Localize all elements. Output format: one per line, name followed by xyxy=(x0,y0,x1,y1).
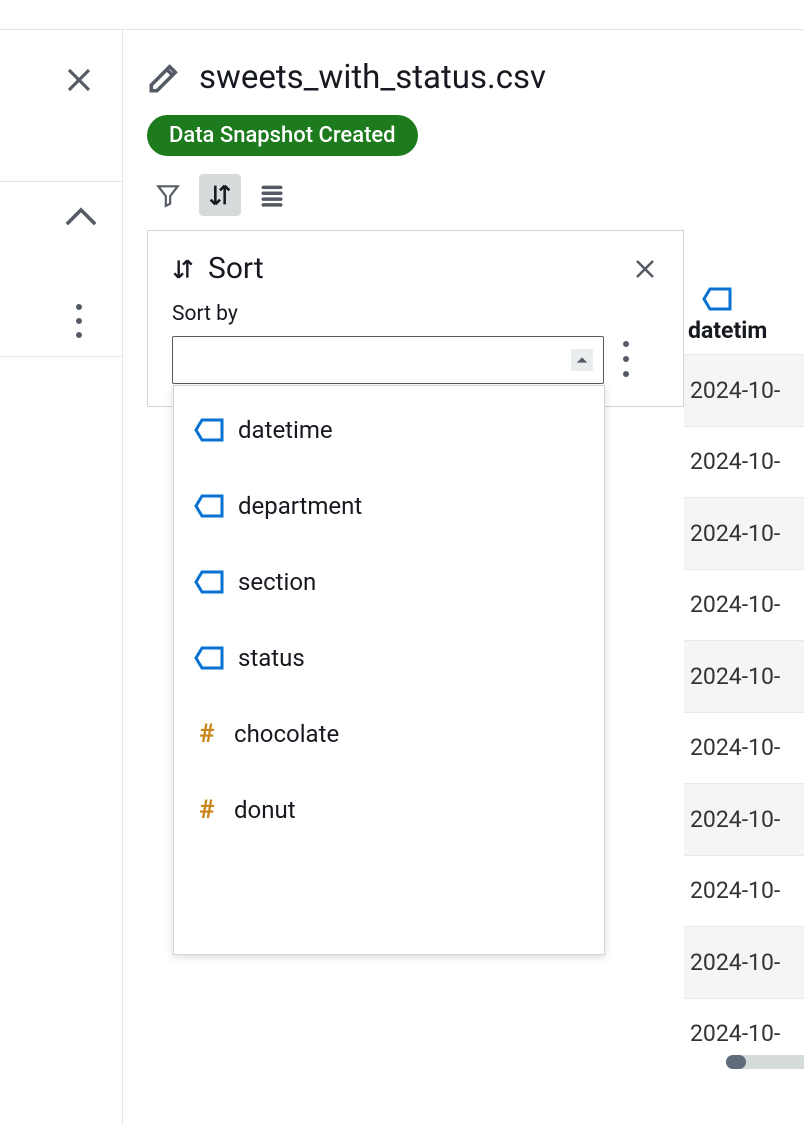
sort-by-dropdown: datetime department section status # chocolat… xyxy=(173,385,605,955)
dropdown-option[interactable]: section xyxy=(174,544,604,620)
left-sidebar xyxy=(0,30,123,1125)
toolbar xyxy=(147,174,804,230)
hash-icon: # xyxy=(194,797,220,823)
dropdown-option[interactable]: datetime xyxy=(174,392,604,468)
chevron-up-icon[interactable] xyxy=(571,349,593,371)
table-cell: 2024-10- xyxy=(684,926,804,998)
chevron-up-icon[interactable] xyxy=(64,206,98,228)
table-cell: 2024-10- xyxy=(684,354,804,426)
sort-panel-title: Sort xyxy=(208,251,264,286)
sort-by-label: Sort by xyxy=(172,302,657,326)
hash-icon: # xyxy=(194,721,220,747)
column-header: datetim xyxy=(688,317,804,344)
sort-panel: Sort Sort by datetimedepa xyxy=(147,230,684,407)
status-badge: Data Snapshot Created xyxy=(147,115,418,156)
table-cell: 2024-10- xyxy=(684,426,804,498)
table-cell: 2024-10- xyxy=(684,497,804,569)
sort-icon xyxy=(170,256,196,282)
tag-icon xyxy=(194,646,224,670)
dropdown-option[interactable]: department xyxy=(174,468,604,544)
sort-button[interactable] xyxy=(199,174,241,216)
more-options-button[interactable] xyxy=(68,304,90,338)
preview-column: datetim 2024-10-2024-10-2024-10-2024-10-… xyxy=(684,262,804,1069)
tag-icon xyxy=(194,570,224,594)
dropdown-option[interactable]: # donut xyxy=(174,772,604,848)
sort-field-more-button[interactable] xyxy=(615,341,637,377)
table-cell: 2024-10- xyxy=(684,712,804,784)
table-cell: 2024-10- xyxy=(684,783,804,855)
dropdown-option-label: status xyxy=(238,644,305,672)
close-sort-panel-button[interactable] xyxy=(633,257,657,281)
dropdown-option-label: department xyxy=(238,492,362,520)
dropdown-option-label: chocolate xyxy=(234,720,339,748)
dropdown-option[interactable]: status xyxy=(174,620,604,696)
dropdown-option-label: datetime xyxy=(238,416,333,444)
dropdown-option[interactable]: # chocolate xyxy=(174,696,604,772)
dropdown-option-label: donut xyxy=(234,796,296,824)
close-left-panel-button[interactable] xyxy=(64,65,94,95)
dropdown-option-label: section xyxy=(238,568,316,596)
filter-button[interactable] xyxy=(147,174,189,216)
table-cell: 2024-10- xyxy=(684,855,804,927)
sort-by-input[interactable] xyxy=(183,337,571,383)
tag-icon xyxy=(194,418,224,442)
horizontal-scrollbar[interactable] xyxy=(726,1055,804,1069)
file-title: sweets_with_status.csv xyxy=(199,58,546,97)
edit-icon[interactable] xyxy=(147,61,181,95)
table-cell: 2024-10- xyxy=(684,569,804,641)
tag-icon xyxy=(194,494,224,518)
sort-by-combobox[interactable]: datetimedepartmentsectionstatus#chocolat… xyxy=(172,336,604,384)
dropdown-list[interactable]: datetime department section status # chocolat… xyxy=(174,386,604,954)
tag-icon xyxy=(702,287,804,311)
rows-view-button[interactable] xyxy=(251,174,293,216)
table-cell: 2024-10- xyxy=(684,640,804,712)
